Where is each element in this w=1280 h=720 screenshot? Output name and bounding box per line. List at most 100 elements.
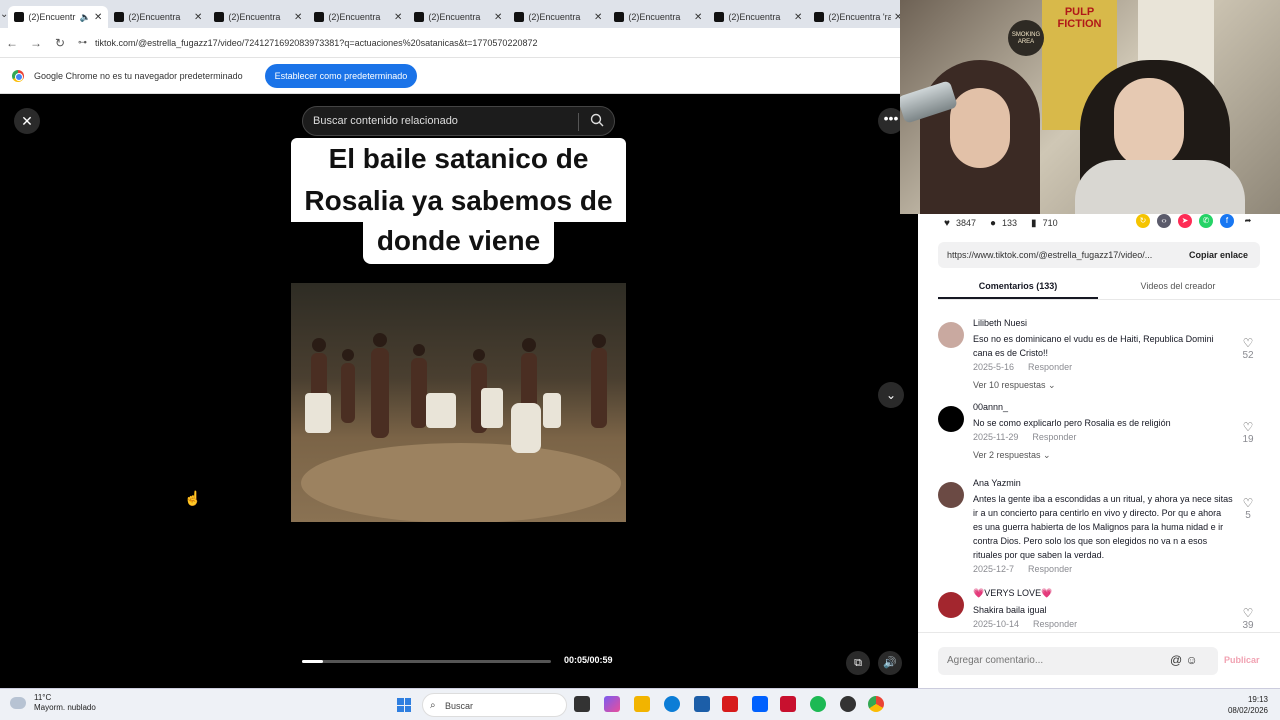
tab-close-icon[interactable]: ✕ — [194, 12, 202, 23]
chrome-taskbar-icon[interactable] — [868, 696, 884, 712]
comment-text: Antes la gente iba a escondidas a un rit… — [973, 494, 1233, 560]
like-stat[interactable]: ♥ 3847 — [944, 218, 976, 229]
browser-tab[interactable]: (2)Encuentra ✕ — [208, 6, 308, 28]
comment-composer: @ ☺ Publicar — [918, 632, 1280, 688]
spotify-icon[interactable] — [810, 696, 826, 712]
reply-button[interactable]: Responder — [1028, 564, 1072, 574]
chrome-logo-icon — [12, 69, 24, 82]
file-explorer-icon[interactable] — [634, 696, 650, 712]
store-icon[interactable] — [694, 696, 710, 712]
comment-author[interactable]: 💗VERYS LOVE💗 — [973, 588, 1233, 599]
taskbar-search[interactable]: ⌕ Buscar — [422, 693, 567, 717]
tab-comments[interactable]: Comentarios (133) — [938, 276, 1098, 299]
save-stat[interactable]: ▮ 710 — [1031, 218, 1058, 229]
edge-icon[interactable] — [664, 696, 680, 712]
avatar[interactable] — [938, 406, 964, 432]
url-text: tiktok.com/@estrella_fugazz17/video/7241… — [95, 37, 538, 48]
volume-icon[interactable]: 🔊 — [878, 651, 902, 675]
tab-search-chevron-icon[interactable]: ⌄ — [0, 9, 8, 20]
video-caption: El baile satanico de Rosalia ya sabemos … — [291, 138, 626, 264]
tab-close-icon[interactable]: ✕ — [694, 12, 702, 23]
browser-tab[interactable]: (2)Encuentra ✕ — [708, 6, 808, 28]
comment-stat[interactable]: ● 133 — [990, 218, 1017, 229]
copy-link-button[interactable]: Copiar enlace — [1189, 250, 1248, 260]
comment-like[interactable]: ♡ 52 — [1238, 336, 1258, 361]
forward-icon[interactable]: → — [24, 36, 48, 50]
search-icon[interactable] — [590, 113, 604, 127]
clock-time: 19:13 — [1247, 695, 1268, 704]
embed-icon[interactable]: ‹› — [1157, 214, 1171, 228]
comment-author[interactable]: 00annn_ — [973, 402, 1233, 412]
avatar[interactable] — [938, 482, 964, 508]
comment-like[interactable]: ♡ 19 — [1238, 420, 1258, 445]
audio-icon[interactable]: 🔈 — [80, 12, 91, 23]
tab-title: (2)Encuentr — [28, 12, 76, 22]
cloud-icon — [10, 697, 26, 709]
comment-like[interactable]: ♡ 5 — [1238, 496, 1258, 521]
close-icon[interactable]: ✕ — [14, 108, 40, 134]
tab-creator-videos[interactable]: Videos del creador — [1098, 276, 1258, 299]
back-icon[interactable]: ← — [0, 36, 24, 50]
view-replies-label: Ver 2 respuestas — [973, 450, 1041, 460]
webcam-overlay: PULP FICTION SMOKING AREA — [900, 0, 1280, 214]
tab-close-icon[interactable]: ✕ — [294, 12, 302, 23]
reply-button[interactable]: Responder — [1028, 362, 1072, 372]
mcafee-icon[interactable] — [780, 696, 796, 712]
obs-icon[interactable] — [840, 696, 856, 712]
address-bar: ← → ↻ ⊶ tiktok.com/@estrella_fugazz17/vi… — [0, 28, 900, 58]
tiktok-favicon-icon — [414, 12, 425, 22]
tab-close-icon[interactable]: ✕ — [94, 12, 102, 23]
floating-player-icon[interactable]: ⧉ — [846, 651, 870, 675]
browser-tab[interactable]: (2)Encuentra ✕ — [608, 6, 708, 28]
view-replies-button[interactable]: Ver 2 respuestas ⌄ — [973, 450, 1233, 461]
comment-author[interactable]: Lilibeth Nuesi — [973, 318, 1233, 328]
publish-button[interactable]: Publicar — [1224, 655, 1260, 665]
comment-author[interactable]: Ana Yazmin — [973, 478, 1233, 488]
caption-line-1: El baile satanico de — [291, 138, 626, 180]
repost-icon[interactable]: ↻ — [1136, 214, 1150, 228]
tab-close-icon[interactable]: ✕ — [594, 12, 602, 23]
windows-start-icon[interactable] — [397, 698, 411, 712]
share-arrow-icon[interactable]: ➦ — [1241, 214, 1255, 228]
avatar[interactable] — [938, 322, 964, 348]
panel-tabs: Comentarios (133) Videos del creador — [938, 276, 1280, 300]
send-icon[interactable]: ➤ — [1178, 214, 1192, 228]
reply-button[interactable]: Responder — [1033, 619, 1077, 629]
copilot-icon[interactable] — [604, 696, 620, 712]
video-time: 00:05/00:59 — [564, 655, 613, 665]
tab-close-icon[interactable]: ✕ — [794, 12, 802, 23]
video-progress-bar[interactable] — [302, 660, 551, 663]
browser-tab[interactable]: (2)Encuentr 🔈 ✕ — [8, 6, 109, 28]
next-video-chevron-icon[interactable]: ⌄ — [878, 382, 904, 408]
task-view-icon[interactable] — [574, 696, 590, 712]
mention-icon[interactable]: @ — [1170, 653, 1182, 667]
tab-close-icon[interactable]: ✕ — [494, 12, 502, 23]
reply-button[interactable]: Responder — [1032, 432, 1076, 442]
tab-close-icon[interactable]: ✕ — [394, 12, 402, 23]
facebook-icon[interactable]: f — [1220, 214, 1234, 228]
related-search-input[interactable]: Buscar contenido relacionado — [302, 106, 615, 136]
system-clock[interactable]: 19:13 08/02/2026 — [1228, 694, 1268, 716]
whatsapp-icon[interactable]: ✆ — [1199, 214, 1213, 228]
view-replies-button[interactable]: Ver 10 respuestas ⌄ — [973, 380, 1233, 391]
emoji-icon[interactable]: ☺ — [1186, 653, 1198, 667]
avatar[interactable] — [938, 592, 964, 618]
browser-tab[interactable]: (2)Encuentra ✕ — [308, 6, 408, 28]
dropbox-icon[interactable] — [752, 696, 768, 712]
video-viewer: ✕ Buscar contenido relacionado ••• ⌄ El … — [0, 94, 918, 688]
weather-widget[interactable]: 11°C Mayorm. nublado — [10, 693, 96, 713]
browser-tab[interactable]: (2)Encuentra 'ra ✕ — [808, 6, 908, 28]
site-info-icon[interactable]: ⊶ — [78, 37, 87, 48]
browser-tab[interactable]: (2)Encuentra ✕ — [508, 6, 608, 28]
video-player[interactable]: El baile satanico de Rosalia ya sabemos … — [291, 138, 626, 522]
caption-line-2: Rosalia ya sabemos de — [291, 180, 626, 222]
browser-tab[interactable]: (2)Encuentra ✕ — [408, 6, 508, 28]
reload-icon[interactable]: ↻ — [48, 36, 72, 50]
share-link-box[interactable]: https://www.tiktok.com/@estrella_fugazz1… — [938, 242, 1260, 268]
url-field[interactable]: ⊶ tiktok.com/@estrella_fugazz17/video/72… — [78, 32, 900, 54]
browser-tab[interactable]: (2)Encuentra ✕ — [108, 6, 208, 28]
set-default-button[interactable]: Establecer como predeterminado — [264, 63, 418, 88]
app-l-icon[interactable] — [722, 696, 738, 712]
heart-icon: ♥ — [944, 217, 950, 229]
comment-like[interactable]: ♡ 39 — [1238, 606, 1258, 630]
